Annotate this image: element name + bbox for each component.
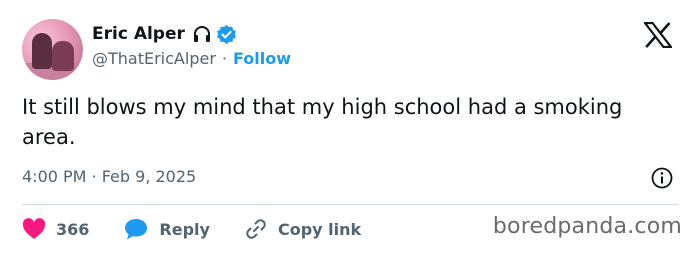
x-logo-icon[interactable]: [642, 21, 674, 49]
avatar-figure: [52, 41, 74, 71]
like-count: 366: [56, 219, 90, 239]
tweet-timestamp[interactable]: 4:00 PM · Feb 9, 2025: [22, 167, 196, 186]
divider: [22, 204, 678, 205]
reply-button[interactable]: Reply: [123, 217, 210, 241]
tweet-actions-bar: 366 Reply Copy link: [22, 216, 395, 242]
speech-bubble-icon: [123, 217, 149, 241]
reply-label: Reply: [159, 219, 210, 239]
watermark: boredpanda.com: [492, 214, 682, 239]
avatar[interactable]: [22, 19, 83, 80]
heart-icon: [22, 218, 46, 240]
tweet-text: It still blows my mind that my high scho…: [22, 95, 623, 149]
user-handle[interactable]: @ThatEricAlper: [92, 49, 216, 68]
display-name[interactable]: Eric Alper: [92, 24, 185, 44]
copy-link-button[interactable]: Copy link: [244, 217, 361, 241]
separator-dot: ·: [221, 49, 227, 68]
follow-button[interactable]: Follow: [233, 49, 291, 68]
headphones-icon: [192, 24, 212, 44]
verified-badge-icon: [216, 24, 237, 45]
link-icon: [244, 217, 268, 241]
handle-row: @ThatEricAlper · Follow: [92, 49, 291, 68]
avatar-figure: [32, 33, 52, 69]
copy-link-label: Copy link: [277, 219, 362, 239]
info-icon[interactable]: [650, 166, 674, 190]
like-button[interactable]: 366: [22, 218, 89, 240]
author-name-row: Eric Alper: [92, 22, 237, 46]
